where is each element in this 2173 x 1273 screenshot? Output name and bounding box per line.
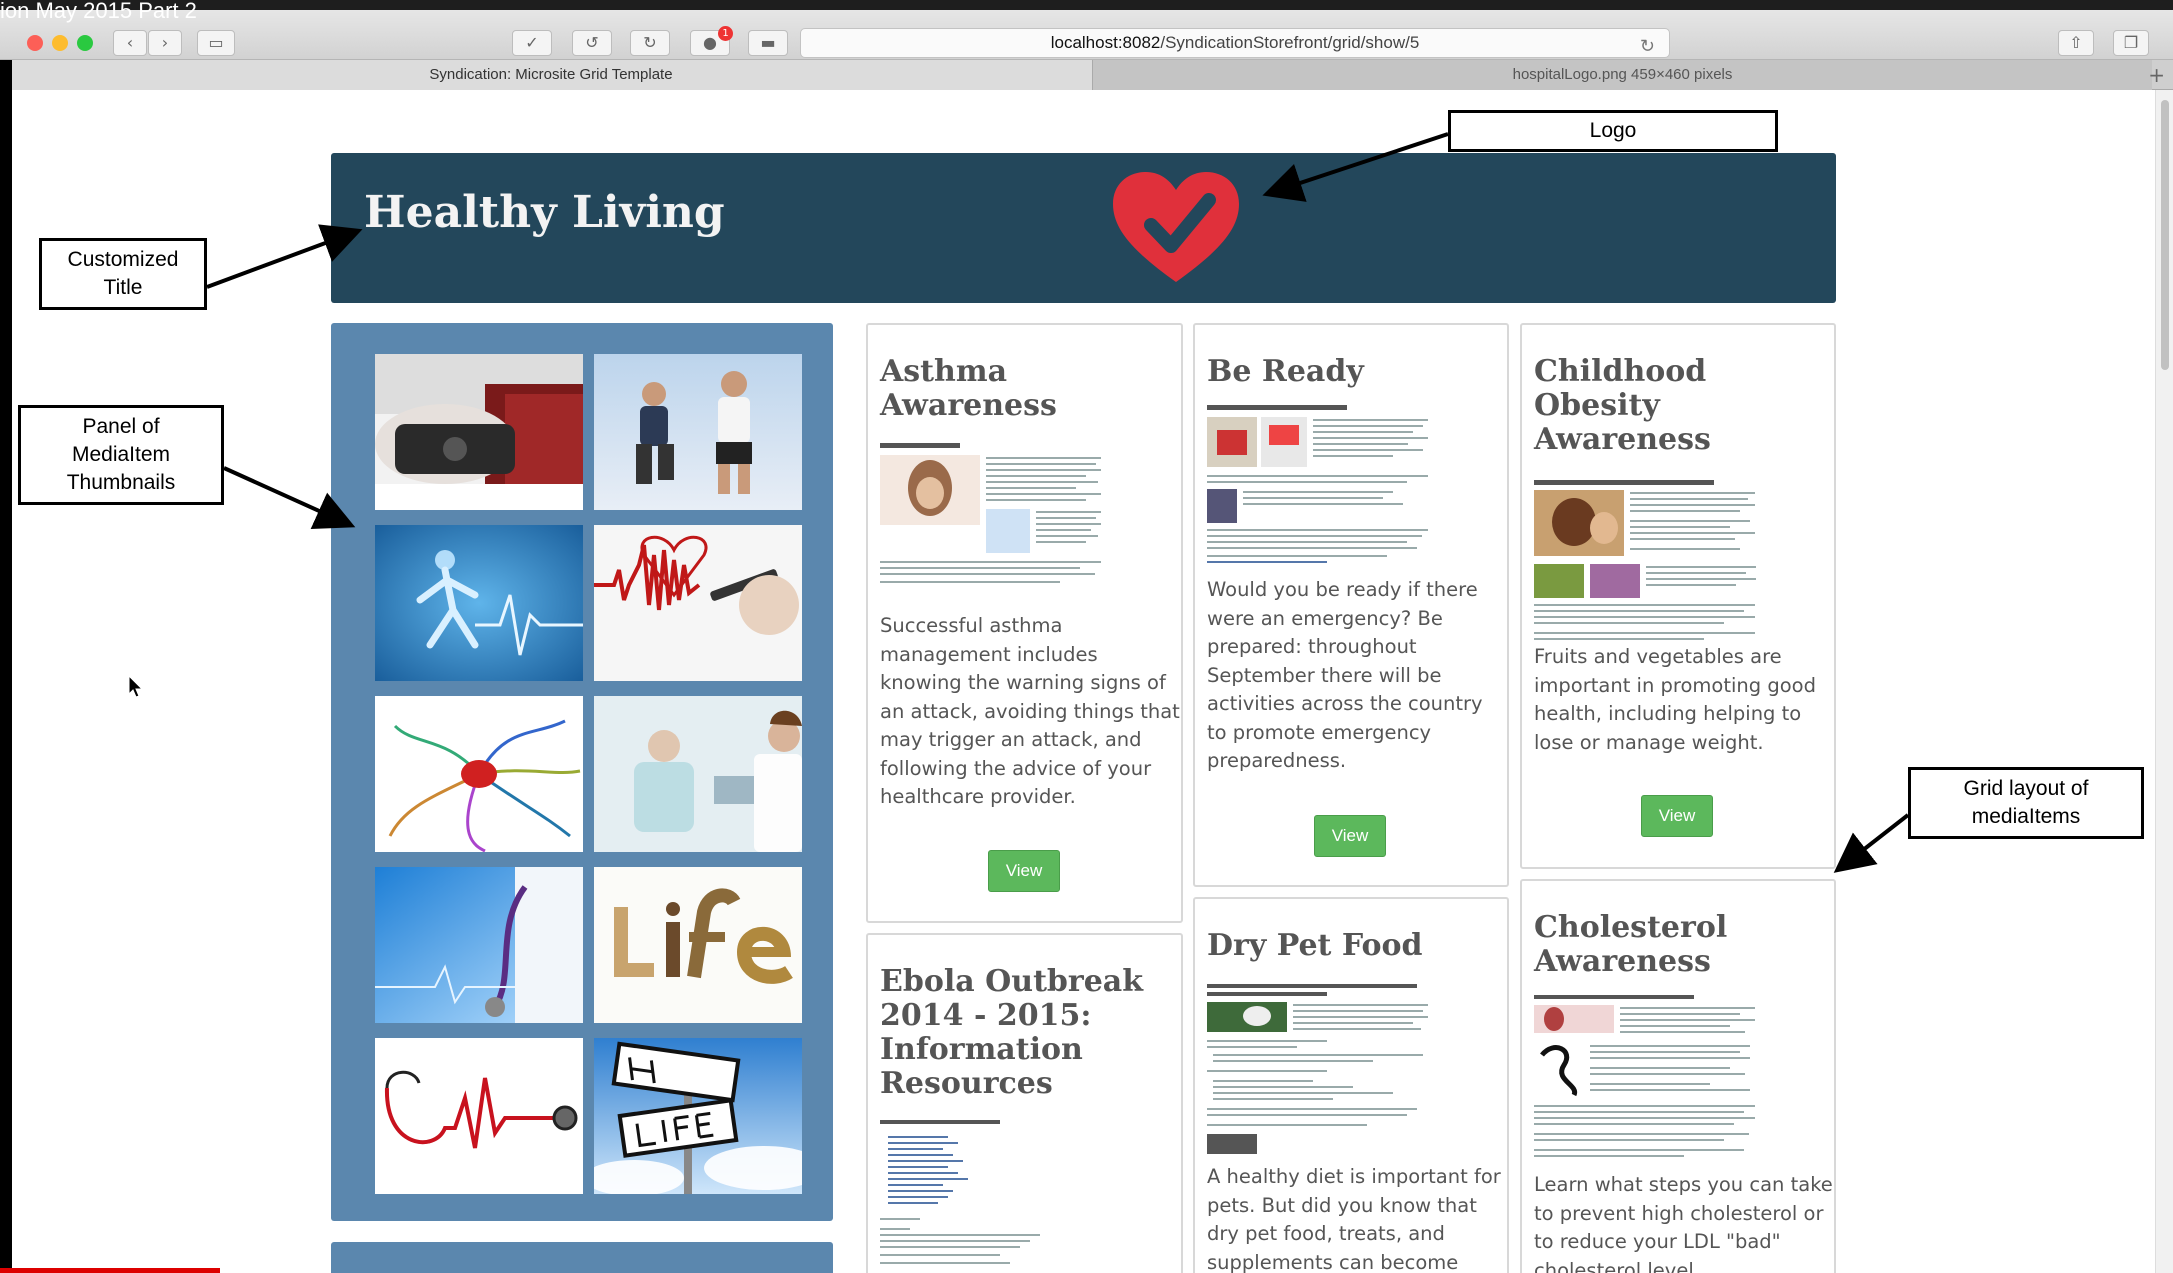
arrow-to-title xyxy=(206,224,363,289)
arrow-to-grid xyxy=(1833,813,1910,873)
annotation-arrows xyxy=(206,132,1910,873)
arrow-to-logo xyxy=(1262,132,1449,202)
video-title: ion May 2015 Part 2 xyxy=(0,0,197,23)
mouse-cursor-icon xyxy=(128,675,144,698)
screen: ion May 2015 Part 2 ‹ › ▭ ✓ ↺ ↻ ● 1 ▬ lo… xyxy=(0,0,2173,1273)
arrow-to-panel xyxy=(223,466,356,530)
